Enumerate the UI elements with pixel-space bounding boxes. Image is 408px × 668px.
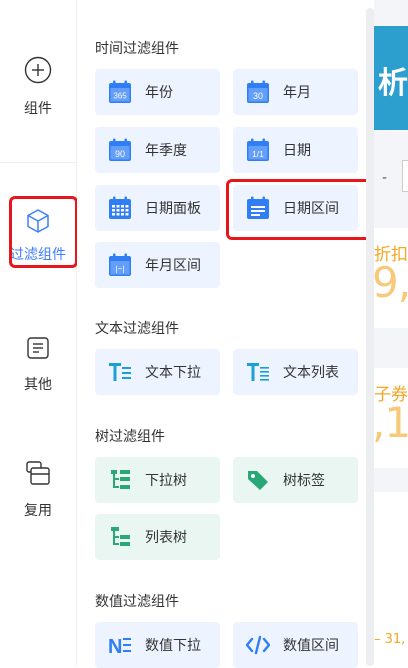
svg-text:90: 90 [115, 149, 125, 159]
calendar-grid-icon [109, 196, 131, 219]
component-year-quarter[interactable]: 90 年季度 [95, 127, 220, 173]
section-title-time: 时间过滤组件 [95, 41, 179, 57]
cube-icon [27, 209, 49, 233]
rail-item-components[interactable]: 组件 [0, 56, 76, 118]
calendar-range-icon: |~| [109, 253, 131, 276]
component-label: 列表树 [145, 530, 187, 546]
component-text-dropdown[interactable]: 文本下拉 [95, 349, 220, 395]
component-date-panel[interactable]: 日期面板 [95, 185, 220, 231]
component-text-list[interactable]: 文本列表 [233, 349, 358, 395]
calendar-365-icon: 365 [109, 80, 131, 103]
stack-icon [26, 461, 50, 485]
component-tree-list[interactable]: 列表树 [95, 514, 220, 560]
calendar-30-icon: 30 [247, 80, 269, 103]
component-label: 年月 [283, 85, 311, 101]
kpi-value: 9, [374, 258, 408, 307]
dashboard-dash: - [382, 170, 388, 186]
svg-text:1/1: 1/1 [252, 149, 264, 159]
component-label: 日期区间 [283, 201, 339, 217]
component-year[interactable]: 365 年份 [95, 69, 220, 115]
kpi-value: ,1 [374, 398, 408, 447]
component-label: 文本列表 [283, 365, 339, 381]
calendar-1-1-icon: 1/1 [247, 138, 269, 161]
dashboard-banner-title: 析 [378, 66, 408, 101]
rail-item-reuse[interactable]: 复用 [0, 460, 76, 520]
component-tree-dropdown[interactable]: 下拉树 [95, 457, 220, 503]
section-title-text: 文本过滤组件 [95, 321, 179, 337]
tag-icon [248, 471, 268, 490]
svg-text:|~|: |~| [116, 265, 125, 274]
number-dropdown-icon: N [108, 636, 131, 657]
component-label: 年季度 [145, 143, 187, 159]
calendar-90-icon: 90 [109, 138, 131, 161]
component-label: 年份 [145, 85, 173, 101]
component-year-month[interactable]: 30 年月 [233, 69, 358, 115]
component-label: 树标签 [283, 473, 325, 489]
calendar-lines-icon [247, 196, 269, 219]
component-label: 下拉树 [145, 473, 187, 489]
date-axis-fragment: – 31, [374, 632, 406, 647]
code-range-icon [246, 635, 270, 655]
component-year-month-range[interactable]: |~| 年月区间 [95, 242, 220, 288]
dashboard-input-fragment [402, 160, 408, 192]
rail-divider [0, 162, 76, 163]
rail-item-label: 复用 [24, 503, 52, 519]
svg-text:30: 30 [253, 91, 263, 101]
component-number-range[interactable]: 数值区间 [233, 622, 358, 668]
plus-circle-icon [24, 56, 52, 84]
rail-item-label: 其他 [24, 377, 52, 393]
component-rail: 组件 过滤组件 其他 复用 [0, 0, 78, 666]
component-label: 数值区间 [283, 638, 339, 654]
component-label: 日期 [283, 143, 311, 159]
section-title-numeric: 数值过滤组件 [95, 594, 179, 610]
tree-dropdown-icon [111, 470, 130, 489]
tree-list-icon [111, 527, 130, 546]
component-label: 文本下拉 [145, 365, 201, 381]
component-tree-tag[interactable]: 树标签 [233, 457, 358, 503]
component-date[interactable]: 1/1 日期 [233, 127, 358, 173]
text-dropdown-icon [109, 363, 131, 381]
rail-item-filter-components[interactable]: 过滤组件 [0, 208, 76, 264]
text-list-icon [247, 363, 269, 381]
component-date-range[interactable]: 日期区间 [233, 185, 358, 231]
component-label: 日期面板 [145, 201, 201, 217]
document-list-icon [27, 337, 49, 359]
rail-item-label: 过滤组件 [10, 247, 66, 263]
component-number-dropdown[interactable]: N 数值下拉 [95, 622, 220, 668]
component-label: 年月区间 [145, 258, 201, 274]
rail-item-other[interactable]: 其他 [0, 336, 76, 394]
component-label: 数值下拉 [145, 638, 201, 654]
rail-item-label: 组件 [24, 101, 52, 117]
section-title-tree: 树过滤组件 [95, 429, 165, 445]
svg-text:365: 365 [113, 92, 127, 101]
panel-scrollbar[interactable] [366, 8, 374, 666]
dashboard-background: 析 - 折扣 9, 子券 ,1 – 31, [374, 0, 408, 666]
svg-text:N: N [108, 636, 122, 657]
